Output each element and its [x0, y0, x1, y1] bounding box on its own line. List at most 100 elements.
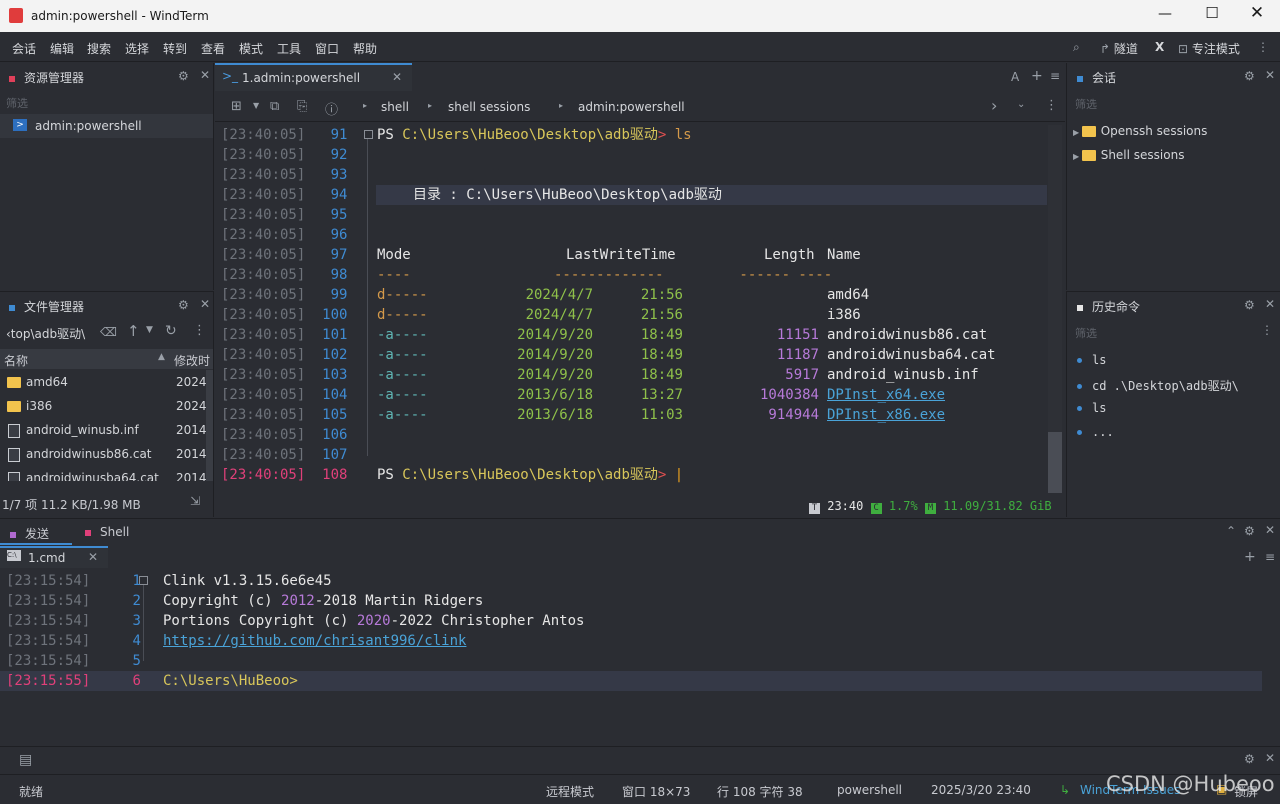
add-tab-icon[interactable]: + — [1244, 549, 1256, 565]
close-icon[interactable]: ✕ — [88, 550, 98, 564]
menu-mode[interactable]: 模式 — [239, 40, 263, 57]
tab-cmd[interactable]: C:\ 1.cmd ✕ — [0, 546, 108, 568]
chevron-down-icon[interactable]: ▼ — [146, 325, 153, 335]
menu-search[interactable]: 搜索 — [87, 40, 111, 57]
file-row[interactable]: androidwinusba64.cat 2014 — [0, 466, 206, 481]
status-remote-mode[interactable]: 远程模式 — [546, 783, 594, 800]
status-window-size[interactable]: 窗口 18×73 — [622, 783, 690, 800]
history-item[interactable]: ls — [1077, 401, 1106, 415]
menu-goto[interactable]: 转到 — [163, 40, 187, 57]
close-icon[interactable]: ✕ — [200, 68, 210, 82]
expand-icon[interactable]: ▶ — [1073, 128, 1082, 137]
transfer-icon[interactable]: ⇲ — [190, 494, 200, 508]
menu-edit[interactable]: 编辑 — [50, 40, 74, 57]
row-name-link[interactable]: DPInst_x64.exe — [827, 385, 945, 405]
gear-icon[interactable]: ⚙ — [1244, 752, 1255, 766]
terminal-output[interactable]: [23:40:05] 91 PS C:\Users\HuBeoo\Desktop… — [219, 125, 1049, 495]
file-name: i386 — [26, 399, 53, 413]
gear-icon[interactable]: ⚙ — [1244, 69, 1255, 83]
minimize-button[interactable]: — — [1150, 6, 1180, 26]
new-session-icon[interactable]: ⊞ — [231, 99, 242, 114]
col-name[interactable]: 名称 — [4, 352, 28, 369]
chevron-down-icon[interactable]: ▼ — [253, 101, 259, 110]
info-icon[interactable]: ⓘ — [325, 99, 338, 118]
file-row[interactable]: androidwinusb86.cat 2014 — [0, 442, 206, 466]
x-button[interactable]: X — [1155, 40, 1164, 54]
clear-icon[interactable]: ⌫ — [100, 325, 117, 339]
copy-icon[interactable]: ⎘ — [297, 99, 307, 114]
menu-window[interactable]: 窗口 — [315, 40, 339, 57]
row-name-link[interactable]: DPInst_x86.exe — [827, 405, 945, 425]
gear-icon[interactable]: ⚙ — [1244, 298, 1255, 312]
close-button[interactable]: ✕ — [1242, 3, 1272, 23]
sessions-filter-input[interactable]: 筛选 — [1075, 96, 1097, 112]
status-cursor-pos[interactable]: 行 108 字符 38 — [717, 783, 803, 800]
more-icon[interactable]: ⋮ — [1261, 323, 1273, 337]
terminal-scrollbar[interactable] — [1048, 125, 1062, 493]
session-group[interactable]: ▶ Openssh sessions — [1073, 124, 1207, 138]
gear-icon[interactable]: ⚙ — [1244, 524, 1255, 538]
add-tab-icon[interactable]: + — [1031, 68, 1043, 84]
breadcrumb-admin-powershell[interactable]: admin:powershell — [578, 100, 685, 114]
file-row[interactable]: amd64 2024 — [0, 370, 206, 394]
resource-item[interactable]: > admin:powershell — [0, 114, 213, 138]
breadcrumb-shell[interactable]: shell — [381, 100, 409, 114]
close-icon[interactable]: ✕ — [1265, 297, 1275, 311]
close-icon[interactable]: ✕ — [1265, 523, 1275, 537]
menu-view[interactable]: 查看 — [201, 40, 225, 57]
search-icon[interactable]: ⌕ — [1073, 40, 1080, 55]
close-icon[interactable]: ✕ — [1265, 68, 1275, 82]
expand-icon[interactable]: ▶ — [1073, 152, 1082, 161]
tunnel-button[interactable]: ↱ 隧道 — [1100, 40, 1138, 57]
duplicate-icon[interactable]: ⧉ — [270, 99, 279, 114]
path-input[interactable]: ‹top\adb驱动\ — [6, 325, 85, 342]
gear-icon[interactable]: ⚙ — [178, 69, 189, 83]
tab-admin-powershell[interactable]: >_ 1.admin:powershell ✕ — [215, 63, 412, 91]
close-icon[interactable]: ✕ — [392, 70, 402, 84]
history-item[interactable]: ls — [1077, 353, 1106, 367]
focus-mode-button[interactable]: ⊡ 专注模式 — [1178, 40, 1240, 57]
history-item[interactable]: ... — [1077, 425, 1114, 439]
tab-shell-label: Shell — [100, 525, 130, 539]
chevron-right-icon[interactable]: › — [991, 96, 997, 115]
chevron-down-icon[interactable]: ⌄ — [1017, 99, 1025, 110]
history-item[interactable]: cd .\Desktop\adb驱动\ — [1077, 377, 1239, 394]
resource-filter-input[interactable]: 筛选 — [6, 95, 28, 111]
scrollbar-thumb[interactable] — [1048, 432, 1062, 493]
font-size-icon[interactable]: A — [1011, 70, 1019, 84]
cmd-output[interactable]: [23:15:54] 1 Clink v1.3.15.6e6e45 [23:15… — [0, 571, 1270, 701]
more-icon[interactable]: ⋮ — [193, 323, 206, 338]
prompt-line: PS C:\Users\HuBeoo\Desktop\adb驱动> ls — [377, 127, 692, 143]
menu-session[interactable]: 会话 — [12, 40, 36, 57]
menu-icon[interactable]: ≡ — [1050, 69, 1060, 83]
issues-icon: ↳ — [1060, 783, 1071, 797]
collapse-icon[interactable]: ⌃ — [1226, 524, 1236, 538]
menu-tools[interactable]: 工具 — [277, 40, 301, 57]
maximize-button[interactable]: ☐ — [1197, 4, 1227, 24]
terminal-icon[interactable]: ▤ — [19, 752, 32, 768]
resource-item-label: admin:powershell — [35, 119, 142, 133]
fold-icon[interactable] — [364, 130, 373, 139]
up-arrow-icon[interactable]: ↑ — [127, 322, 140, 340]
status-shell[interactable]: powershell — [837, 783, 902, 797]
close-icon[interactable]: ✕ — [1265, 751, 1275, 765]
clink-link[interactable]: https://github.com/chrisant996/clink — [163, 631, 466, 651]
menu-select[interactable]: 选择 — [125, 40, 149, 57]
file-row[interactable]: i386 2024 — [0, 394, 206, 418]
tab-shell[interactable]: Shell — [85, 525, 129, 539]
more-icon[interactable]: ⋮ — [1257, 40, 1269, 54]
more-icon[interactable]: ⋮ — [1045, 98, 1058, 113]
status-datetime: 2025/3/20 23:40 — [931, 783, 1031, 797]
breadcrumb-shell-sessions[interactable]: shell sessions — [448, 100, 530, 114]
row-time: 18:49 — [640, 367, 683, 383]
refresh-icon[interactable]: ↻ — [165, 323, 177, 339]
history-filter-input[interactable]: 筛选 — [1075, 325, 1097, 341]
close-icon[interactable]: ✕ — [200, 297, 210, 311]
menu-icon[interactable]: ≡ — [1265, 550, 1275, 564]
menu-help[interactable]: 帮助 — [353, 40, 377, 57]
file-row[interactable]: android_winusb.inf 2014 — [0, 418, 206, 442]
session-group[interactable]: ▶ Shell sessions — [1073, 148, 1184, 162]
file-list-scrollbar[interactable] — [206, 370, 213, 481]
col-modified[interactable]: 修改时 — [174, 352, 212, 369]
gear-icon[interactable]: ⚙ — [178, 298, 189, 312]
